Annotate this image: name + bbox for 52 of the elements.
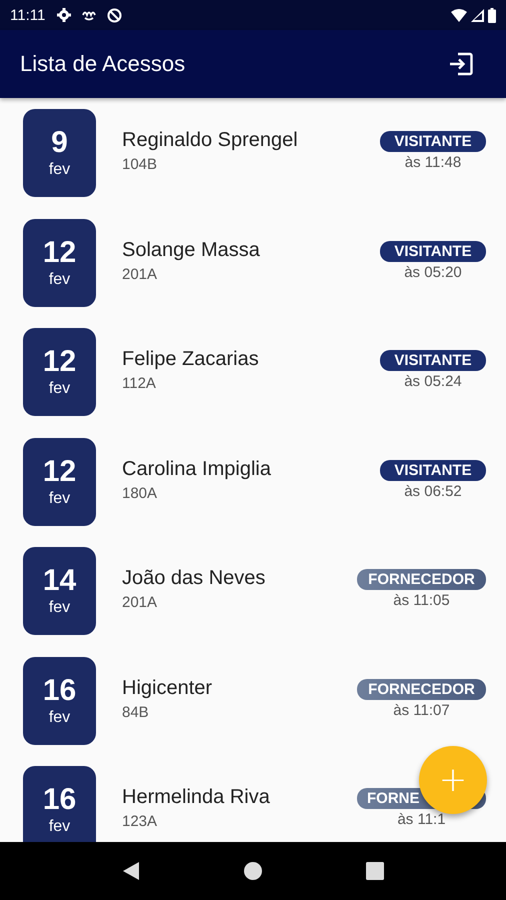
date-day: 16: [42, 674, 76, 708]
category-badge: FORNECEDOR: [357, 569, 486, 590]
access-time: às 05:24: [404, 373, 462, 390]
signal-icon: [471, 8, 484, 22]
unit-number: 201A: [122, 266, 158, 282]
date-month: fev: [48, 270, 70, 290]
logout-icon: [448, 51, 474, 77]
date-day: 12: [42, 345, 76, 379]
access-time: às 05:20: [404, 264, 462, 280]
date-month: fev: [48, 488, 70, 508]
access-time: às 06:52: [404, 482, 462, 500]
recents-button[interactable]: [366, 862, 384, 880]
visitor-name[interactable]: Higicenter: [122, 676, 357, 700]
date-day: 12: [42, 236, 76, 270]
access-time: às 11:05: [393, 592, 450, 609]
unit-number: 123A: [122, 813, 158, 830]
date-month: fev: [48, 160, 70, 180]
date-month: fev: [48, 379, 70, 399]
date-day: 12: [42, 454, 76, 488]
date-month: fev: [48, 598, 70, 618]
category-badge: VISITANTE: [380, 350, 486, 371]
visitor-name[interactable]: Carolina Impiglia: [122, 458, 380, 480]
visitor-name[interactable]: Hermelinda Riva: [122, 786, 357, 809]
home-button[interactable]: [242, 861, 263, 881]
access-time: às 11:1: [397, 811, 446, 828]
wifi-icon: [451, 8, 467, 22]
date-month: fev: [48, 817, 70, 837]
visitor-name[interactable]: João das Neves: [122, 567, 357, 590]
visitor-name[interactable]: Reginaldo Sprengel: [122, 129, 380, 152]
battery-icon: [488, 8, 496, 22]
date-day: 14: [42, 564, 76, 598]
visitor-name[interactable]: Felipe Zacarias: [122, 348, 380, 371]
category-badge: VISITANTE: [380, 240, 486, 262]
date-day: 16: [42, 783, 76, 817]
blocked-icon: [107, 8, 122, 22]
unit-number: 104B: [122, 156, 158, 173]
category-badge: FORNECEDOR: [357, 678, 486, 700]
access-time: às 11:07: [393, 702, 450, 718]
access-time: às 11:48: [404, 154, 462, 171]
date-month: fev: [48, 708, 70, 728]
category-badge: VISITANTE: [380, 460, 486, 480]
unit-number: 201A: [122, 594, 158, 611]
unit-number: 180A: [122, 484, 158, 502]
unit-number: 84B: [122, 704, 150, 720]
date-day: 9: [51, 126, 68, 160]
status-time: 11:11: [10, 6, 46, 24]
gear-icon: [57, 8, 72, 22]
category-badge: VISITANTE: [380, 131, 486, 152]
back-button[interactable]: [122, 861, 140, 881]
unit-number: 112A: [122, 375, 157, 392]
app-title: Lista de Acessos: [20, 51, 186, 77]
visitor-name[interactable]: Solange Massa: [122, 238, 380, 262]
